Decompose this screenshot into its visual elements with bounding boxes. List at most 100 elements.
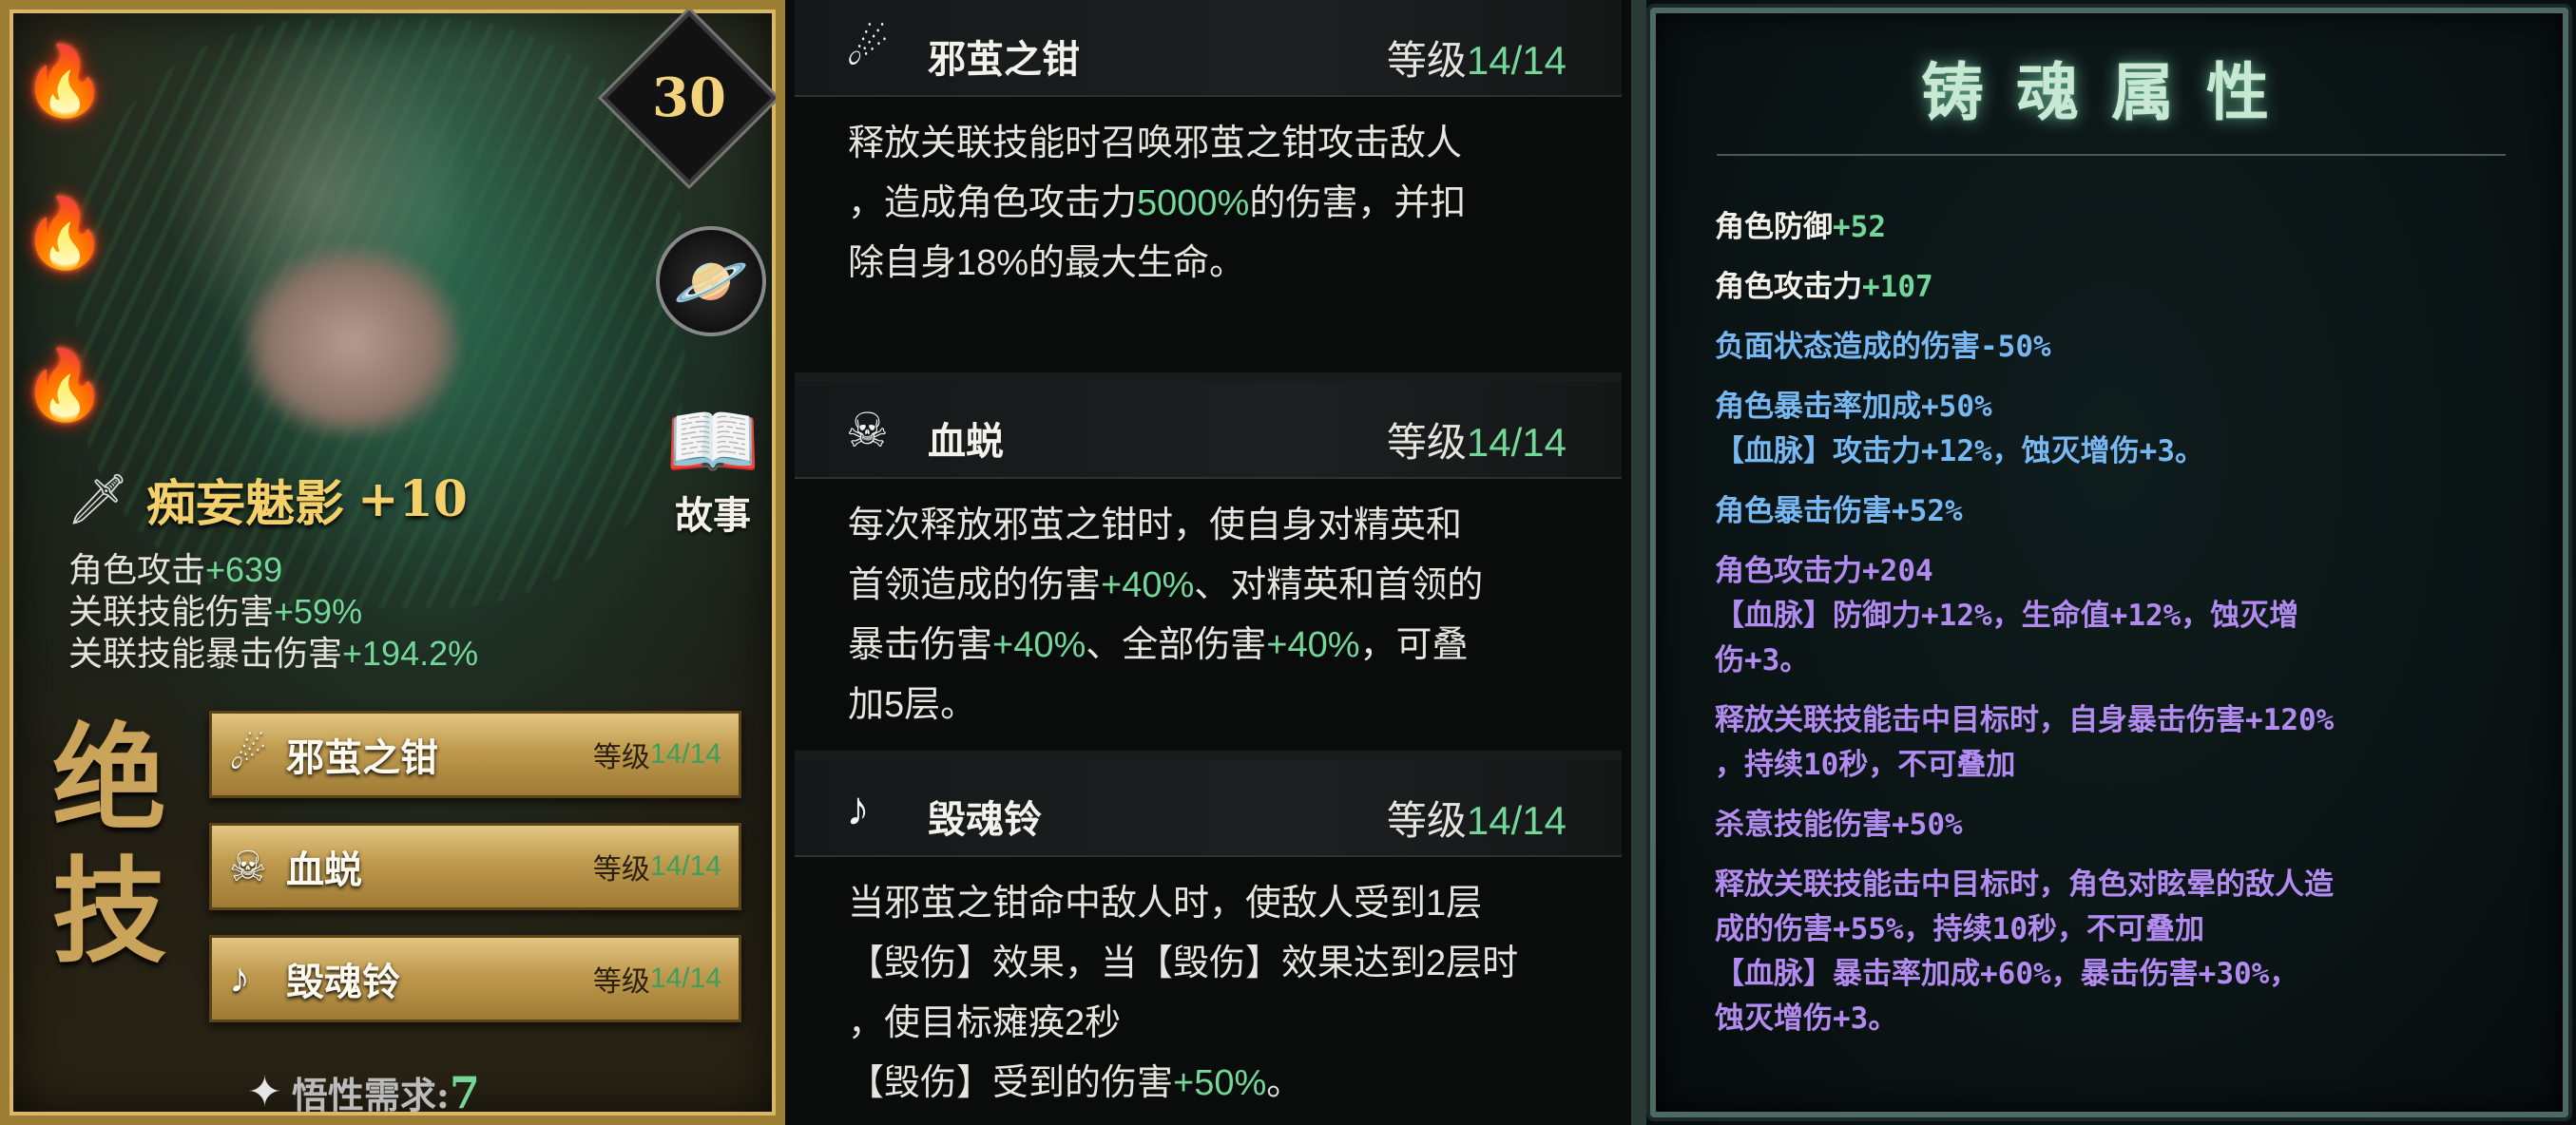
skill-bar-hui-hun-ling[interactable]: ♪ 毁魂铃 等级 14/14: [209, 935, 741, 1022]
divider: [1717, 154, 2506, 156]
stat-value: +194.2%: [342, 634, 479, 673]
level-value: 30: [652, 67, 726, 129]
stat-label: 角色攻击: [68, 550, 206, 589]
attr-bloodline: 【血脉】防御力+12%，生命值+12%，蚀灭增: [1715, 599, 2299, 633]
skull-icon: ☠: [229, 843, 267, 890]
skill-level-label: 等级: [592, 854, 650, 886]
skill-name: 血蜕: [928, 419, 1004, 464]
claw-icon: ☄: [846, 22, 889, 75]
comprehension-requirement: ✦ 悟性需求: 7: [247, 1066, 480, 1116]
desc-text: 。: [1266, 1063, 1303, 1103]
forge-attribute: 释放关联技能击中目标时，自身暴击伤害+120% ，持续10秒，不可叠加: [1715, 698, 2551, 788]
desc-text: 的伤害，并扣: [1249, 183, 1467, 223]
skill-detail-hui-hun-ling: ♪ 毁魂铃 等级14/14 当邪茧之钳命中敌人时，使敌人受到1层 【毁伤】效果，…: [795, 760, 1622, 1125]
wuxing-icon: ✦: [247, 1069, 282, 1115]
desc-text: ，可叠: [1359, 625, 1469, 665]
forge-attribute: 负面状态造成的伤害-50%: [1715, 325, 2551, 370]
attr-label: 释放关联技能击中目标时，自身暴击伤害+120%: [1715, 703, 2335, 737]
planet-icon[interactable]: 🪐: [656, 226, 766, 336]
flame-icon: 🔥: [22, 43, 107, 120]
skill-level-value: 14/14: [649, 963, 721, 994]
attr-label: 释放关联技能击中目标时，角色对眩晕的敌人造: [1715, 868, 2334, 902]
skill-level-value: 14/14: [1466, 420, 1567, 465]
desc-line: 除自身18%的最大生命。: [848, 243, 1246, 283]
stat-value: +639: [205, 550, 283, 589]
attr-value: +52: [1833, 210, 1886, 244]
desc-line: 【毁伤】效果，当【毁伤】效果达到2层时: [848, 944, 1519, 983]
desc-value: +40%: [1266, 625, 1360, 665]
attr-label: 角色攻击力: [1715, 270, 1862, 304]
skill-level-value: 14/14: [1466, 798, 1567, 843]
panel-title: 铸魂属性: [1921, 55, 2301, 129]
forge-attribute: 角色暴击伤害+52%: [1715, 489, 2551, 534]
attr-label: 杀意技能伤害+50%: [1715, 808, 1963, 842]
ultimate-label: 绝技: [52, 712, 166, 979]
forge-attribute: 角色防御+52: [1715, 205, 2551, 250]
desc-line: 释放关联技能时召唤邪茧之钳攻击敌人: [848, 124, 1463, 163]
flame-icon: 🔥: [22, 347, 107, 424]
desc-line: 【毁伤】受到的伤害+50%。: [848, 1054, 1565, 1114]
censor-blur: [242, 247, 461, 437]
story-button[interactable]: 📖 故事: [656, 399, 770, 542]
attr-continued: 成的伤害+55%，持续10秒，不可叠加: [1715, 912, 2204, 946]
desc-line: 加5层。: [848, 685, 977, 725]
skill-header: ☠ 血蜕 等级14/14: [795, 382, 1622, 479]
skill-description: 每次释放邪茧之钳时，使自身对精英和 首领造成的伤害+40%、对精英和首领的 暴击…: [795, 479, 1622, 751]
stat-value: +59%: [274, 592, 363, 631]
skill-detail-xue-tui: ☠ 血蜕 等级14/14 每次释放邪茧之钳时，使自身对精英和 首领造成的伤害+4…: [795, 382, 1622, 751]
attr-label: 角色暴击伤害+52%: [1715, 494, 1963, 528]
stat-row: 关联技能伤害+59%: [68, 591, 478, 633]
skill-detail-xie-jian: ☄ 邪茧之钳 等级14/14 释放关联技能时召唤邪茧之钳攻击敌人 ，造成角色攻击…: [795, 0, 1622, 372]
forge-attribute: 释放关联技能击中目标时，角色对眩晕的敌人造 成的伤害+55%，持续10秒，不可叠…: [1715, 863, 2551, 1041]
skill-description: 释放关联技能时召唤邪茧之钳攻击敌人 ，造成角色攻击力5000%的伤害，并扣 除自…: [795, 97, 1622, 372]
desc-text: ，造成角色攻击力: [848, 183, 1138, 223]
desc-line: 当邪茧之钳命中敌人时，使敌人受到1层: [848, 884, 1483, 924]
story-label: 故事: [675, 493, 751, 538]
skill-level-label: 等级: [1386, 38, 1467, 83]
skill-name: 毁魂铃: [928, 797, 1042, 842]
divider: [795, 372, 1622, 382]
attr-bloodline: 伤+3。: [1715, 643, 1810, 677]
forge-attribute: 角色攻击力+107: [1715, 265, 2551, 310]
comprehension-label: 悟性需求:: [291, 1074, 450, 1116]
skill-bar-xie-jian[interactable]: ☄ 邪茧之钳 等级 14/14: [209, 711, 741, 798]
desc-line: ，造成角色攻击力5000%的伤害，并扣: [848, 174, 1565, 234]
claw-icon: ☄: [229, 731, 267, 778]
skill-description: 当邪茧之钳命中敌人时，使敌人受到1层 【毁伤】效果，当【毁伤】效果达到2层时 ，…: [795, 857, 1622, 1125]
desc-line: 首领造成的伤害+40%、对精英和首领的: [848, 556, 1565, 616]
skill-name: 血蜕: [286, 848, 362, 892]
desc-line: ，使目标瘫痪2秒: [848, 1003, 1122, 1043]
skill-level: 等级14/14: [1387, 29, 1567, 86]
desc-value: +50%: [1173, 1063, 1267, 1103]
weapon-enhance-level: +10: [357, 470, 468, 528]
skill-level-value: 14/14: [649, 850, 721, 882]
character-card: 🔥 🔥 🔥 30 🪐 📖 故事 🗡 痴妄魅影 +10 角色攻击+639 关联技能…: [0, 0, 785, 1125]
divider: [795, 751, 1622, 760]
flame-icon: 🔥: [22, 195, 107, 272]
skill-bar-xue-tui[interactable]: ☠ 血蜕 等级 14/14: [209, 823, 741, 910]
bell-icon: ♪: [229, 955, 250, 1001]
attr-continued: ，持续10秒，不可叠加: [1715, 748, 2016, 782]
skull-icon: ☠: [846, 404, 889, 457]
desc-text: 、全部伤害: [1086, 625, 1267, 665]
attr-bloodline: 【血脉】暴击率加成+60%，暴击伤害+30%，: [1715, 957, 2299, 991]
skill-header: ☄ 邪茧之钳 等级14/14: [795, 0, 1622, 97]
forge-attribute: 角色攻击力+204 【血脉】防御力+12%，生命值+12%，蚀灭增 伤+3。: [1715, 549, 2551, 683]
skill-level-label: 等级: [1386, 798, 1467, 843]
weapon-name: 痴妄魅影: [146, 475, 345, 533]
skill-header: ♪ 毁魂铃 等级14/14: [795, 760, 1622, 857]
desc-line: 暴击伤害+40%、全部伤害+40%，可叠: [848, 616, 1565, 676]
skill-detail-panel: ☄ 邪茧之钳 等级14/14 释放关联技能时召唤邪茧之钳攻击敌人 ，造成角色攻击…: [795, 0, 1622, 1125]
stat-row: 关联技能暴击伤害+194.2%: [68, 633, 478, 675]
desc-value: 5000%: [1137, 183, 1250, 223]
skill-level-label: 等级: [1386, 420, 1467, 465]
bell-icon: ♪: [846, 782, 870, 835]
desc-text: 【毁伤】受到的伤害: [848, 1063, 1174, 1103]
stat-label: 关联技能暴击伤害: [68, 634, 343, 673]
attr-value: +107: [1862, 270, 1933, 304]
soul-forge-panel: 铸魂属性 角色防御+52 角色攻击力+107 负面状态造成的伤害-50% 角色暴…: [1631, 0, 2576, 1125]
weapon-row: 🗡 痴妄魅影 +10: [67, 464, 468, 535]
desc-text: 首领造成的伤害: [848, 565, 1102, 605]
attr-label: 角色防御: [1715, 210, 1833, 244]
skill-level: 等级14/14: [1387, 410, 1567, 468]
